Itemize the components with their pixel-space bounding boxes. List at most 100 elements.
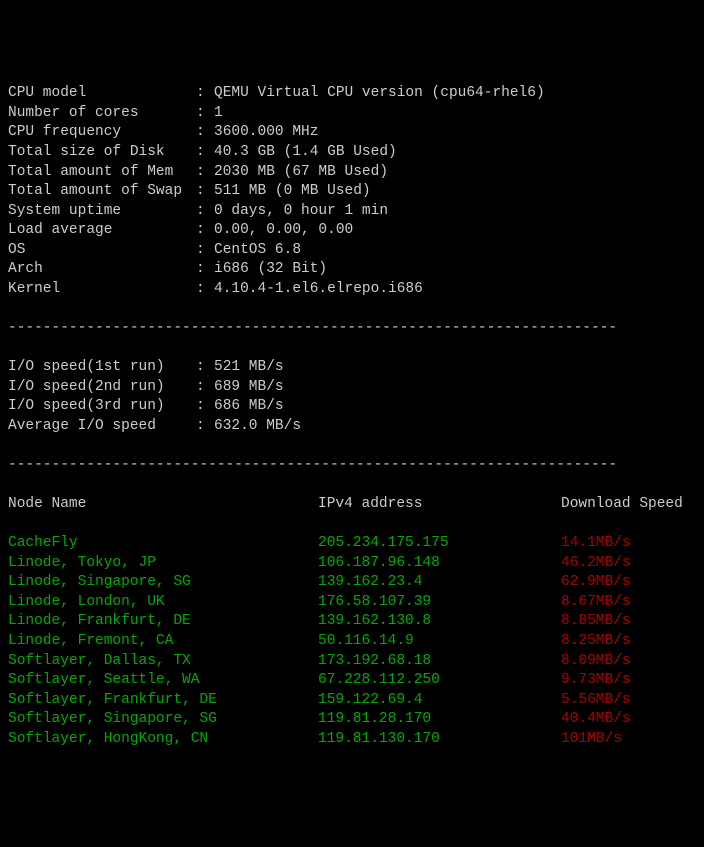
colon: :: [196, 123, 214, 143]
node-name: Softlayer, Dallas, TX: [8, 652, 318, 672]
iospeed-row: I/O speed(2nd run): 689 MB/s: [8, 378, 696, 398]
node-header-name: Node Name: [8, 495, 318, 515]
node-row: Linode, London, UK176.58.107.398.67MB/s: [8, 593, 696, 613]
sysinfo-value: QEMU Virtual CPU version (cpu64-rhel6): [214, 85, 545, 101]
node-name: Linode, Tokyo, JP: [8, 554, 318, 574]
colon: :: [196, 397, 214, 417]
sysinfo-row: System uptime: 0 days, 0 hour 1 min: [8, 202, 696, 222]
node-ip: 173.192.68.18: [318, 652, 561, 672]
node-row: CacheFly205.234.175.17514.1MB/s: [8, 534, 696, 554]
node-ip: 106.187.96.148: [318, 554, 561, 574]
sysinfo-row: CPU model: QEMU Virtual CPU version (cpu…: [8, 84, 696, 104]
colon: :: [196, 163, 214, 183]
iospeed-row: I/O speed(3rd run): 686 MB/s: [8, 397, 696, 417]
node-row: Softlayer, Dallas, TX173.192.68.188.09MB…: [8, 652, 696, 672]
node-row: Softlayer, Frankfurt, DE159.122.69.45.56…: [8, 691, 696, 711]
sysinfo-row: CPU frequency: 3600.000 MHz: [8, 123, 696, 143]
iospeed-value: 521 MB/s: [214, 359, 284, 375]
sysinfo-label: Total size of Disk: [8, 143, 196, 163]
node-row: Linode, Frankfurt, DE139.162.130.88.85MB…: [8, 612, 696, 632]
sysinfo-label: Arch: [8, 260, 196, 280]
iospeed-label: I/O speed(3rd run): [8, 397, 196, 417]
node-ip: 139.162.130.8: [318, 612, 561, 632]
divider-line: ----------------------------------------…: [8, 319, 696, 339]
node-ip: 119.81.130.170: [318, 730, 561, 750]
sysinfo-value: CentOS 6.8: [214, 242, 301, 258]
sysinfo-row: Total size of Disk: 40.3 GB (1.4 GB Used…: [8, 143, 696, 163]
iospeed-label: I/O speed(1st run): [8, 358, 196, 378]
node-speed: 46.2MB/s: [561, 554, 631, 574]
node-ip: 119.81.28.170: [318, 710, 561, 730]
node-speed: 62.9MB/s: [561, 573, 631, 593]
node-speed: 14.1MB/s: [561, 534, 631, 554]
node-row: Linode, Fremont, CA50.116.14.98.25MB/s: [8, 632, 696, 652]
node-header-row: Node NameIPv4 addressDownload Speed: [8, 495, 696, 515]
node-name: Softlayer, Singapore, SG: [8, 710, 318, 730]
node-row: Softlayer, Singapore, SG119.81.28.17040.…: [8, 710, 696, 730]
sysinfo-row: Number of cores: 1: [8, 104, 696, 124]
sysinfo-label: System uptime: [8, 202, 196, 222]
sysinfo-value: 4.10.4-1.el6.elrepo.i686: [214, 281, 423, 297]
node-name: CacheFly: [8, 534, 318, 554]
sysinfo-label: Total amount of Mem: [8, 163, 196, 183]
node-name: Softlayer, Seattle, WA: [8, 671, 318, 691]
sysinfo-label: Load average: [8, 221, 196, 241]
node-row: Linode, Tokyo, JP106.187.96.14846.2MB/s: [8, 554, 696, 574]
sysinfo-value: 0 days, 0 hour 1 min: [214, 203, 388, 219]
node-row: Linode, Singapore, SG139.162.23.462.9MB/…: [8, 573, 696, 593]
sysinfo-value: i686 (32 Bit): [214, 261, 327, 277]
node-name: Linode, Singapore, SG: [8, 573, 318, 593]
node-speed: 9.73MB/s: [561, 671, 631, 691]
colon: :: [196, 358, 214, 378]
node-speed: 101MB/s: [561, 730, 622, 750]
node-name: Linode, Fremont, CA: [8, 632, 318, 652]
colon: :: [196, 417, 214, 437]
colon: :: [196, 241, 214, 261]
iospeed-row: I/O speed(1st run): 521 MB/s: [8, 358, 696, 378]
node-row: Softlayer, Seattle, WA67.228.112.2509.73…: [8, 671, 696, 691]
node-speed: 8.09MB/s: [561, 652, 631, 672]
node-name: Linode, London, UK: [8, 593, 318, 613]
colon: :: [196, 182, 214, 202]
sysinfo-label: Kernel: [8, 280, 196, 300]
sysinfo-label: CPU model: [8, 84, 196, 104]
sysinfo-row: Total amount of Swap: 511 MB (0 MB Used): [8, 182, 696, 202]
sysinfo-value: 3600.000 MHz: [214, 124, 318, 140]
node-speed: 8.25MB/s: [561, 632, 631, 652]
sysinfo-row: Kernel: 4.10.4-1.el6.elrepo.i686: [8, 280, 696, 300]
node-ip: 67.228.112.250: [318, 671, 561, 691]
sysinfo-value: 1: [214, 105, 223, 121]
node-ip: 159.122.69.4: [318, 691, 561, 711]
sysinfo-label: Number of cores: [8, 104, 196, 124]
sysinfo-row: OS: CentOS 6.8: [8, 241, 696, 261]
nodes-block: CacheFly205.234.175.17514.1MB/sLinode, T…: [8, 534, 696, 749]
node-name: Softlayer, Frankfurt, DE: [8, 691, 318, 711]
node-ip: 205.234.175.175: [318, 534, 561, 554]
node-header-speed: Download Speed: [561, 495, 683, 515]
node-name: Softlayer, HongKong, CN: [8, 730, 318, 750]
node-ip: 139.162.23.4: [318, 573, 561, 593]
sysinfo-label: CPU frequency: [8, 123, 196, 143]
sysinfo-value: 2030 MB (67 MB Used): [214, 164, 388, 180]
sysinfo-row: Total amount of Mem: 2030 MB (67 MB Used…: [8, 163, 696, 183]
iospeed-row: Average I/O speed: 632.0 MB/s: [8, 417, 696, 437]
node-speed: 40.4MB/s: [561, 710, 631, 730]
sysinfo-label: Total amount of Swap: [8, 182, 196, 202]
colon: :: [196, 280, 214, 300]
colon: :: [196, 202, 214, 222]
colon: :: [196, 84, 214, 104]
colon: :: [196, 104, 214, 124]
node-speed: 8.85MB/s: [561, 612, 631, 632]
colon: :: [196, 260, 214, 280]
node-ip: 50.116.14.9: [318, 632, 561, 652]
iospeed-value: 689 MB/s: [214, 379, 284, 395]
divider-line: ----------------------------------------…: [8, 456, 696, 476]
node-ip: 176.58.107.39: [318, 593, 561, 613]
io-speed-block: I/O speed(1st run): 521 MB/sI/O speed(2n…: [8, 358, 696, 436]
colon: :: [196, 221, 214, 241]
sysinfo-value: 40.3 GB (1.4 GB Used): [214, 144, 397, 160]
colon: :: [196, 143, 214, 163]
sysinfo-row: Arch: i686 (32 Bit): [8, 260, 696, 280]
iospeed-value: 686 MB/s: [214, 398, 284, 414]
node-header-ip: IPv4 address: [318, 495, 561, 515]
